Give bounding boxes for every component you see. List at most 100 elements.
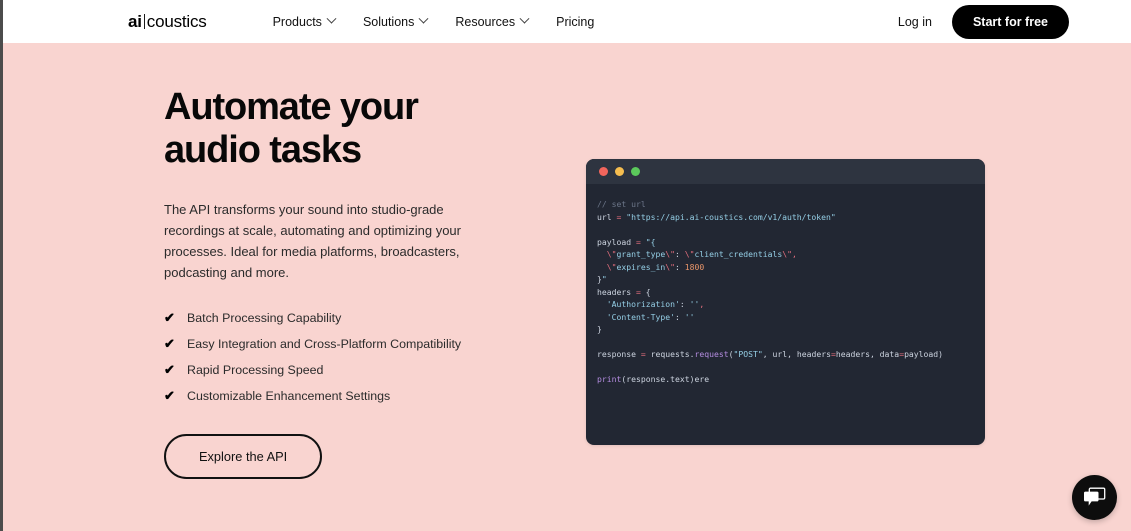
chevron-down-icon	[519, 13, 530, 24]
feature-label: Customizable Enhancement Settings	[187, 388, 391, 403]
code-line: \"expires_in\": 1800	[597, 261, 985, 274]
code-line: \"grant_type\": \"client_credentials\",	[597, 248, 985, 261]
code-token: :	[674, 261, 685, 272]
nav-item-label: Resources	[455, 14, 516, 29]
code-token: \"	[782, 249, 792, 259]
code-token: expires_in	[616, 261, 666, 272]
primary-nav-links: Products Solutions Resources Pricing	[259, 9, 609, 35]
code-token: ''	[689, 299, 700, 309]
code-token: headers, data	[835, 349, 900, 359]
start-for-free-button[interactable]: Start for free	[951, 4, 1069, 39]
browser-window-edge	[0, 0, 3, 531]
nav-item-label: Pricing	[556, 14, 595, 29]
check-icon: ✔	[164, 310, 175, 326]
code-line: 'Authorization': '',	[597, 298, 985, 311]
code-token: requests.	[645, 349, 695, 359]
hero-section: Automate your audio tasks The API transf…	[0, 43, 1131, 479]
page-title: Automate your audio tasks	[164, 86, 514, 173]
code-token: "{	[645, 236, 656, 247]
close-dot-icon[interactable]	[599, 167, 608, 176]
code-line: }	[597, 323, 985, 336]
code-token: headers	[597, 286, 636, 297]
login-link[interactable]: Log in	[898, 15, 932, 29]
code-preview-window: // set url url = "https://api.ai-coustics…	[586, 159, 985, 445]
code-token: 'Content-Type'	[606, 311, 675, 322]
code-token: :	[674, 311, 685, 322]
code-token: 1800	[684, 261, 705, 272]
nav-item-products[interactable]: Products	[259, 9, 349, 35]
code-token: payload)	[904, 349, 944, 359]
feature-label: Batch Processing Capability	[187, 310, 342, 325]
logo-divider-bar	[143, 13, 145, 29]
code-token: payload	[597, 236, 636, 247]
code-token: \"	[606, 249, 617, 259]
logo-primary-text: ai	[128, 11, 142, 31]
code-token: 'Authorization'	[606, 299, 680, 309]
chevron-down-icon	[418, 13, 429, 24]
nav-item-label: Products	[272, 14, 322, 29]
list-item: ✔ Rapid Processing Speed	[164, 363, 514, 377]
site-logo[interactable]: ai coustics	[128, 12, 207, 32]
code-token: (response.text)ere	[621, 374, 710, 384]
code-token: ''	[684, 311, 695, 322]
code-line: url = "https://api.ai-coustics.com/v1/au…	[597, 211, 985, 224]
hero-description: The API transforms your sound into studi…	[164, 201, 461, 280]
code-token: :	[674, 249, 685, 259]
code-token: client_credentials	[694, 249, 783, 259]
feature-label: Easy Integration and Cross-Platform Comp…	[187, 336, 462, 351]
code-token: grant_type	[616, 249, 666, 259]
code-token: ,	[699, 299, 705, 309]
check-icon: ✔	[164, 362, 175, 378]
code-token: "https://api.ai-coustics.com/v1/auth/tok…	[626, 211, 836, 222]
logo-secondary-text: coustics	[146, 11, 207, 31]
code-line: 'Content-Type': ''	[597, 311, 985, 324]
code-token: url	[597, 211, 617, 222]
code-snippet: // set url url = "https://api.ai-coustics…	[586, 184, 985, 386]
code-window-titlebar	[586, 159, 985, 184]
list-item: ✔ Customizable Enhancement Settings	[164, 389, 514, 403]
code-line: headers = {	[597, 286, 985, 299]
top-navigation-bar: ai coustics Products Solutions Resources…	[0, 0, 1131, 43]
code-token: {	[640, 286, 651, 297]
code-token: "POST"	[733, 349, 763, 359]
headline-line-2: audio tasks	[164, 129, 362, 172]
code-token: response	[597, 349, 641, 359]
code-line: payload = "{	[597, 236, 985, 249]
code-token: ,	[791, 249, 797, 259]
nav-item-pricing[interactable]: Pricing	[542, 9, 608, 35]
chevron-down-icon	[326, 13, 337, 24]
nav-item-label: Solutions	[362, 14, 415, 29]
code-token: // set url	[597, 199, 646, 209]
check-icon: ✔	[164, 336, 175, 352]
code-line: }"	[597, 273, 985, 286]
code-token: \"	[606, 261, 617, 272]
maximize-dot-icon[interactable]	[631, 167, 640, 176]
hero-text-column: Automate your audio tasks The API transf…	[164, 86, 514, 479]
feature-list: ✔ Batch Processing Capability ✔ Easy Int…	[164, 311, 514, 403]
nav-actions: Log in Start for free	[898, 4, 1069, 39]
explore-api-button[interactable]: Explore the API	[164, 433, 323, 479]
code-token: :	[679, 299, 690, 309]
nav-item-solutions[interactable]: Solutions	[349, 9, 441, 35]
nav-item-resources[interactable]: Resources	[441, 9, 542, 35]
headline-line-1: Automate your	[164, 86, 419, 128]
chat-widget-button[interactable]	[1072, 475, 1117, 520]
minimize-dot-icon[interactable]	[615, 167, 624, 176]
code-token: , url, headers	[762, 349, 831, 359]
code-token: \"	[665, 249, 675, 259]
code-line: print(response.text)ere	[597, 373, 985, 386]
code-token: }	[597, 324, 602, 334]
code-token: request	[694, 349, 729, 359]
code-token: \"	[665, 261, 675, 272]
feature-label: Rapid Processing Speed	[187, 362, 324, 377]
code-line: response = requests.request("POST", url,…	[597, 348, 985, 361]
code-line: // set url	[597, 198, 985, 211]
code-token: print	[597, 374, 622, 384]
